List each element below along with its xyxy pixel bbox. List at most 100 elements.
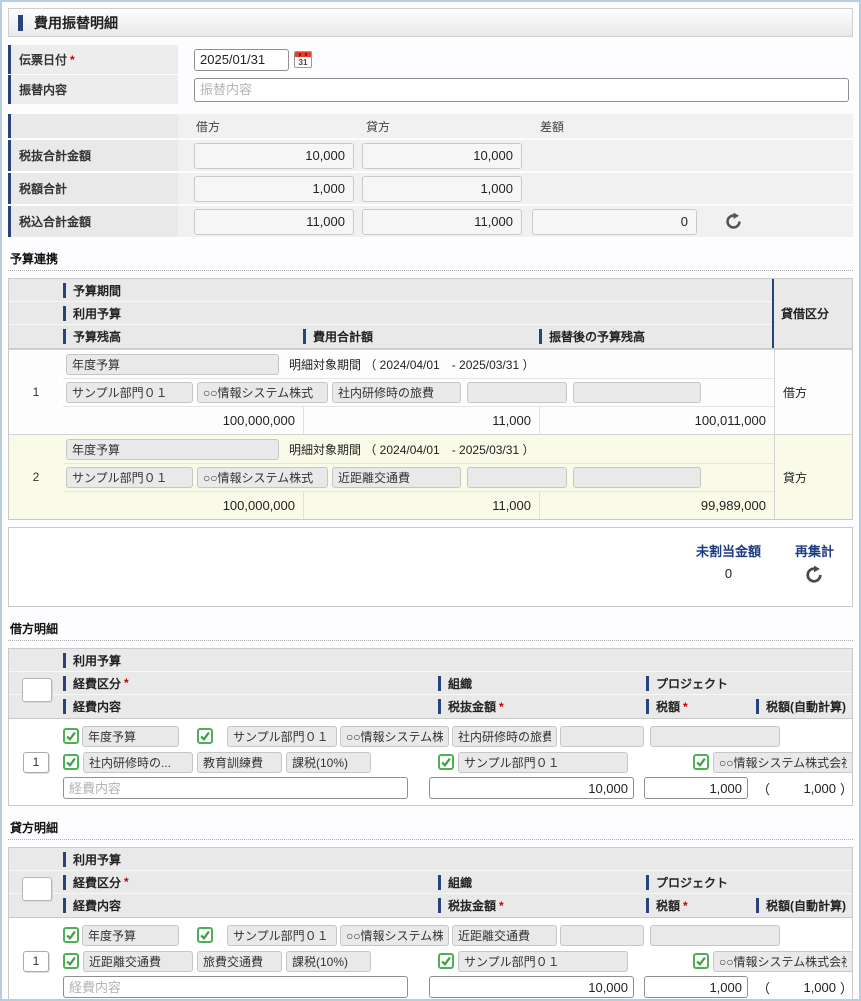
detail-org-input[interactable] <box>458 951 628 972</box>
project-checkbox[interactable] <box>693 953 709 969</box>
budget-empty-input[interactable] <box>467 467 567 488</box>
expense-type-checkbox[interactable] <box>63 953 79 969</box>
detail-amount-input[interactable] <box>429 777 634 799</box>
detail-account-input[interactable] <box>197 752 282 773</box>
budget-name-input[interactable] <box>66 439 279 460</box>
budget-expense-item-input[interactable] <box>332 382 461 403</box>
detail-budget-input[interactable] <box>82 925 179 946</box>
calendar-icon[interactable]: 31 <box>294 51 312 68</box>
detail-empty-input[interactable] <box>650 925 780 946</box>
detail-empty-input[interactable] <box>650 726 780 747</box>
debit-detail-divider <box>8 640 853 641</box>
budget-name-input[interactable] <box>66 354 279 375</box>
detail-content-input[interactable] <box>63 777 408 799</box>
unallocated-box: 未割当金額 0 再集計 <box>8 527 853 607</box>
detail-header-expense-content: 経費内容 <box>63 698 438 715</box>
required-mark: * <box>70 53 75 67</box>
detail-row-number[interactable]: 1 <box>23 951 49 972</box>
total-ex-tax-credit-input[interactable] <box>362 143 522 169</box>
detail-header-tax: 税額 <box>646 698 680 715</box>
total-tax-credit-input[interactable] <box>362 176 522 202</box>
detail-empty-input[interactable] <box>560 726 644 747</box>
budget-expense-item-input[interactable] <box>332 467 461 488</box>
total-inc-tax-credit-input[interactable] <box>362 209 522 235</box>
detail-tax-input[interactable] <box>644 777 748 799</box>
detail-empty-input[interactable] <box>560 925 644 946</box>
detail-row-number[interactable]: 1 <box>23 752 49 773</box>
detail-header-expense-type: 経費区分 <box>63 874 121 891</box>
budget-period-text: 明細対象期間 （ 2024/04/01 - 2025/03/31 ） <box>289 441 534 458</box>
detail-tax-input[interactable] <box>644 976 748 998</box>
refresh-totals-icon[interactable] <box>725 213 742 230</box>
detail-department-input[interactable] <box>227 726 337 747</box>
budget-empty-input[interactable] <box>573 467 701 488</box>
voucher-date-input[interactable] <box>194 49 289 71</box>
totals-col-credit: 貸方 <box>366 118 540 135</box>
budget-department-input[interactable] <box>66 467 193 488</box>
debit-detail-header: 利用予算 経費区分 * 組織 プロジェクト 経費内容 税抜金額 <box>9 649 852 719</box>
recalc-label[interactable]: 再集計 <box>795 541 834 560</box>
budget-department-input[interactable] <box>66 382 193 403</box>
detail-project-input[interactable] <box>713 951 853 972</box>
total-tax-row: 税額合計 <box>8 173 853 204</box>
credit-detail-header: 利用予算 経費区分 * 組織 プロジェクト 経費内容 税抜金額 <box>9 848 852 918</box>
detail-company-input[interactable] <box>340 726 449 747</box>
total-inc-tax-row: 税込合計金額 <box>8 206 853 237</box>
transfer-content-input[interactable] <box>194 78 849 102</box>
budget-company-input[interactable] <box>197 467 328 488</box>
totals-col-diff: 差額 <box>540 118 564 135</box>
used-budget-checkbox[interactable] <box>197 728 213 744</box>
detail-expense-type-input[interactable] <box>83 951 193 972</box>
total-inc-tax-debit-input[interactable] <box>194 209 354 235</box>
recalc-icon[interactable] <box>805 566 823 584</box>
page-title-bar: 費用振替明細 <box>8 8 853 37</box>
budget-section-divider <box>8 270 853 271</box>
credit-detail-table: 利用予算 経費区分 * 組織 プロジェクト 経費内容 税抜金額 <box>8 847 853 1001</box>
budget-balance-value: 100,000,000 <box>63 407 303 434</box>
budget-dc-value: 貸方 <box>774 435 852 519</box>
tax-auto-close-paren: ） <box>840 978 853 997</box>
project-checkbox[interactable] <box>693 754 709 770</box>
budget-checkbox[interactable] <box>63 728 79 744</box>
select-all-box[interactable] <box>22 877 52 901</box>
detail-content-input[interactable] <box>63 976 408 998</box>
budget-empty-input[interactable] <box>467 382 567 403</box>
budget-checkbox[interactable] <box>63 927 79 943</box>
budget-balance-value: 100,000,000 <box>63 492 303 519</box>
detail-tax-type-input[interactable] <box>286 951 371 972</box>
budget-expense-total-value: 11,000 <box>303 492 539 519</box>
budget-company-input[interactable] <box>197 382 328 403</box>
detail-expense-type-input[interactable] <box>83 752 193 773</box>
totals-header-row: 借方 貸方 差額 <box>8 114 853 138</box>
totals-header-spacer <box>8 114 178 138</box>
detail-project-input[interactable] <box>713 752 853 773</box>
budget-empty-input[interactable] <box>573 382 701 403</box>
detail-budget-input[interactable] <box>82 726 179 747</box>
detail-org-input[interactable] <box>458 752 628 773</box>
debit-detail-row: 1 <box>9 719 852 805</box>
debit-detail-section-label: 借方明細 <box>10 620 853 637</box>
detail-expense-item-input[interactable] <box>452 925 557 946</box>
total-tax-debit-input[interactable] <box>194 176 354 202</box>
total-ex-tax-debit-input[interactable] <box>194 143 354 169</box>
select-all-box[interactable] <box>22 678 52 702</box>
tax-auto-close-paren: ） <box>840 779 853 798</box>
detail-header-tax-auto: 税額(自動計算) <box>756 698 846 715</box>
detail-amount-input[interactable] <box>429 976 634 998</box>
detail-account-input[interactable] <box>197 951 282 972</box>
detail-tax-type-input[interactable] <box>286 752 371 773</box>
total-diff-input[interactable] <box>532 209 697 235</box>
detail-header-tax: 税額 <box>646 897 680 914</box>
org-checkbox[interactable] <box>438 754 454 770</box>
budget-balance-after-value: 100,011,000 <box>539 407 774 434</box>
used-budget-checkbox[interactable] <box>197 927 213 943</box>
org-checkbox[interactable] <box>438 953 454 969</box>
detail-company-input[interactable] <box>340 925 449 946</box>
expense-type-checkbox[interactable] <box>63 754 79 770</box>
budget-expense-total-value: 11,000 <box>303 407 539 434</box>
detail-department-input[interactable] <box>227 925 337 946</box>
budget-row: 2 明細対象期間 （ 2024/04/01 - 2025/03/31 ） 100… <box>9 434 852 519</box>
debit-detail-table: 利用予算 経費区分 * 組織 プロジェクト 経費内容 税抜金額 <box>8 648 853 806</box>
detail-expense-item-input[interactable] <box>452 726 557 747</box>
budget-header-period: 予算期間 <box>63 282 121 299</box>
